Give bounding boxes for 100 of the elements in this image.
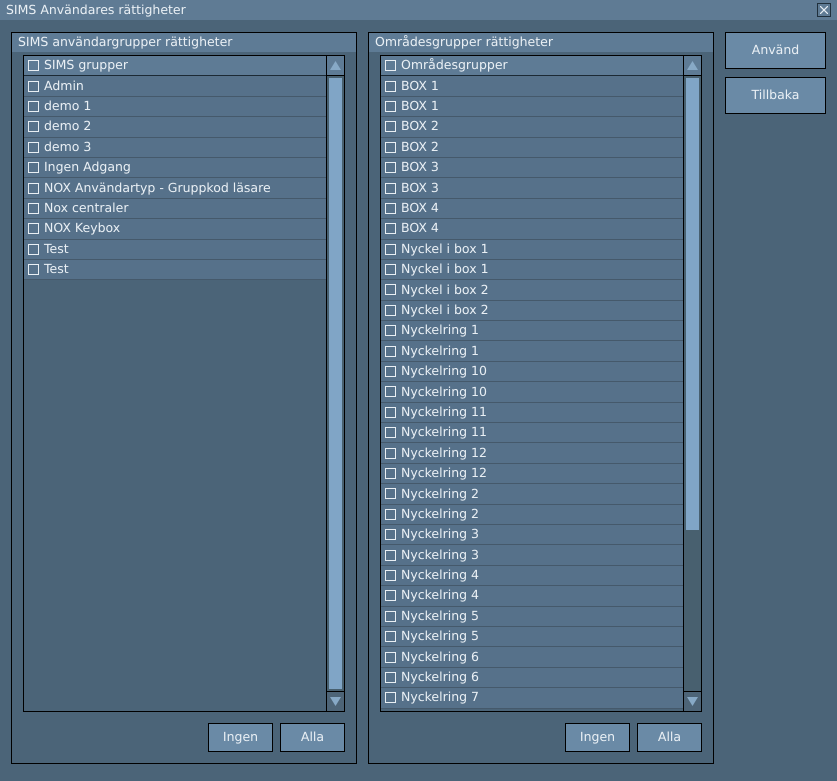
checkbox[interactable]	[385, 529, 396, 540]
checkbox[interactable]	[385, 488, 396, 500]
checkbox[interactable]	[385, 672, 396, 683]
scroll-thumb[interactable]	[686, 78, 699, 530]
scrollbar[interactable]	[684, 56, 701, 711]
checkbox[interactable]	[28, 80, 39, 92]
list-item[interactable]: Nyckelring 3	[381, 545, 683, 566]
list-item[interactable]: Nyckelring 1	[381, 321, 683, 342]
list-item[interactable]: Ingen Adgang	[24, 158, 326, 178]
checkbox[interactable]	[28, 223, 39, 234]
list-item[interactable]: Nyckelring 12	[381, 443, 683, 464]
checkbox[interactable]	[385, 304, 396, 316]
checkbox[interactable]	[385, 223, 396, 234]
scrollbar[interactable]	[327, 56, 344, 711]
list-item[interactable]: BOX 4	[381, 198, 683, 220]
checkbox[interactable]	[385, 80, 396, 92]
list-item[interactable]: Admin	[24, 76, 326, 97]
list-item[interactable]: Nyckelring 12	[381, 464, 683, 484]
select-button[interactable]: Alla	[637, 723, 702, 752]
checkbox[interactable]	[28, 202, 39, 214]
list-item[interactable]: Nyckelring 10	[381, 362, 683, 382]
list-item[interactable]: Nox centraler	[24, 198, 326, 220]
checkbox[interactable]	[385, 264, 396, 276]
list-item[interactable]: Test	[24, 260, 326, 280]
action-button[interactable]: Tillbaka	[725, 77, 826, 114]
checkbox[interactable]	[385, 182, 396, 194]
list-item[interactable]: BOX 1	[381, 96, 683, 118]
checkbox[interactable]	[385, 427, 396, 438]
checkbox[interactable]	[385, 508, 396, 520]
checkbox[interactable]	[385, 142, 396, 153]
checkbox[interactable]	[28, 142, 39, 153]
list-item[interactable]: BOX 3	[381, 158, 683, 178]
checkbox[interactable]	[385, 406, 396, 418]
checkbox[interactable]	[385, 346, 396, 357]
list-item[interactable]: BOX 2	[381, 117, 683, 138]
checkbox[interactable]	[385, 610, 396, 622]
checkbox[interactable]	[385, 550, 396, 561]
checkbox[interactable]	[385, 448, 396, 459]
scroll-up-button[interactable]	[684, 56, 701, 76]
checkbox[interactable]	[385, 162, 396, 174]
list-item[interactable]: Nyckelring 5	[381, 626, 683, 648]
checkbox[interactable]	[385, 468, 396, 479]
list-item[interactable]: demo 1	[24, 96, 326, 118]
list-header[interactable]: SIMS grupper	[24, 56, 326, 76]
list-item[interactable]: Nyckelring 3	[381, 524, 683, 546]
checkbox[interactable]	[385, 60, 396, 72]
list-item[interactable]: Nyckelring 11	[381, 423, 683, 444]
checkbox[interactable]	[385, 100, 396, 112]
list-item[interactable]: Nyckelring 1	[381, 341, 683, 362]
list-item[interactable]: Nyckel i box 2	[381, 280, 683, 301]
checkbox[interactable]	[28, 121, 39, 132]
list-item[interactable]: BOX 1	[381, 76, 683, 97]
list-item[interactable]: Nyckelring 4	[381, 566, 683, 586]
select-button[interactable]: Ingen	[565, 723, 630, 752]
list-item[interactable]: BOX 3	[381, 178, 683, 199]
list-item[interactable]: Nyckel i box 1	[381, 240, 683, 260]
checkbox[interactable]	[28, 60, 39, 72]
checkbox[interactable]	[385, 284, 396, 296]
checkbox[interactable]	[385, 692, 396, 704]
checkbox[interactable]	[385, 325, 396, 336]
list-item[interactable]: Nyckel i box 2	[381, 300, 683, 322]
list-item[interactable]: demo 2	[24, 117, 326, 138]
scroll-thumb[interactable]	[329, 78, 342, 689]
checkbox[interactable]	[385, 244, 396, 255]
checkbox[interactable]	[385, 631, 396, 642]
scroll-down-button[interactable]	[684, 691, 701, 711]
list-item[interactable]: Nyckel i box 1	[381, 260, 683, 280]
list-item[interactable]: Nyckelring 6	[381, 668, 683, 688]
list-item[interactable]: Nyckelring 5	[381, 606, 683, 627]
checkbox[interactable]	[28, 162, 39, 174]
list-item[interactable]: Nyckelring 4	[381, 586, 683, 607]
list-item[interactable]: Nyckelring 2	[381, 504, 683, 525]
close-button[interactable]	[817, 3, 831, 17]
scroll-up-button[interactable]	[327, 56, 344, 76]
list-item[interactable]: Nyckelring 2	[381, 484, 683, 505]
action-button[interactable]: Använd	[725, 32, 826, 69]
select-button[interactable]: Alla	[280, 723, 345, 752]
list-item[interactable]: Nyckelring 11	[381, 402, 683, 424]
list-item[interactable]: Nyckelring 7	[381, 688, 683, 708]
checkbox[interactable]	[385, 202, 396, 214]
scroll-down-button[interactable]	[327, 691, 344, 711]
list-header[interactable]: Områdesgrupper	[381, 56, 683, 76]
list-item[interactable]: NOX Användartyp - Gruppkod läsare	[24, 178, 326, 199]
checkbox[interactable]	[28, 244, 39, 255]
checkbox[interactable]	[28, 264, 39, 276]
checkbox[interactable]	[385, 590, 396, 602]
list-item[interactable]: BOX 2	[381, 138, 683, 158]
checkbox[interactable]	[385, 366, 396, 378]
list-item[interactable]: BOX 4	[381, 219, 683, 240]
list-item[interactable]: Nyckelring 6	[381, 647, 683, 668]
checkbox[interactable]	[385, 652, 396, 663]
checkbox[interactable]	[28, 100, 39, 112]
list-item[interactable]: Test	[24, 240, 326, 260]
list-item[interactable]: Nyckelring 10	[381, 382, 683, 403]
list-item[interactable]: demo 3	[24, 138, 326, 158]
list-item[interactable]: NOX Keybox	[24, 219, 326, 240]
checkbox[interactable]	[28, 182, 39, 194]
checkbox[interactable]	[385, 570, 396, 581]
checkbox[interactable]	[385, 386, 396, 398]
checkbox[interactable]	[385, 121, 396, 132]
